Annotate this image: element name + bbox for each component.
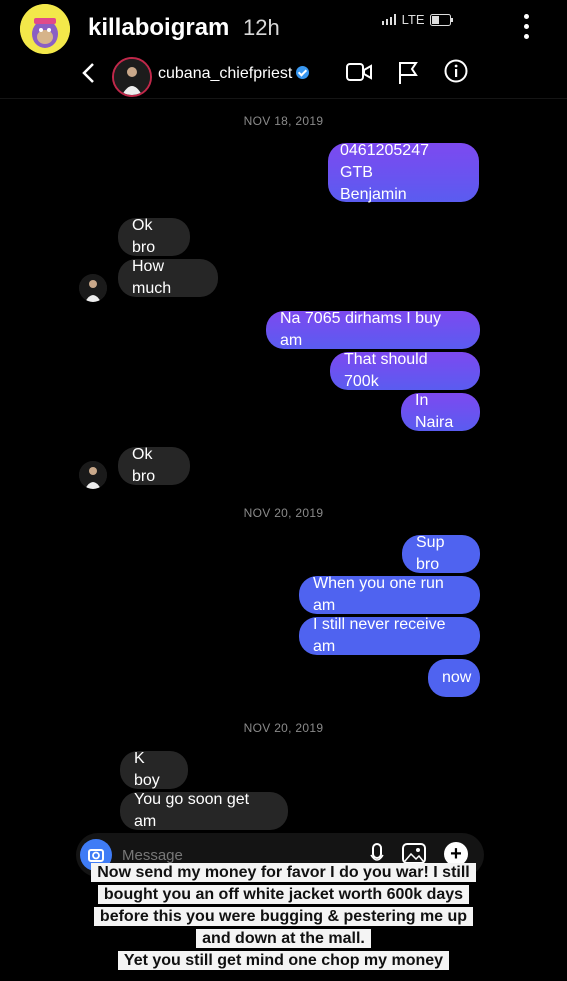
message-incoming[interactable]: Ok bro [118,217,190,256]
message-outgoing[interactable]: When you one run am [299,575,480,614]
info-icon[interactable] [444,59,468,88]
message-outgoing[interactable]: In Naira [401,392,480,431]
caption-line: and down at the mall. [196,929,371,948]
message-outgoing[interactable]: 0461205247 GTB Benjamin [328,142,479,203]
caption-line: Yet you still get mind one chop my money [117,951,450,970]
date-separator: NOV 20, 2019 [243,506,324,520]
contact-avatar-small [79,461,107,489]
verified-badge-icon [296,66,310,79]
story-time: 12h [243,15,280,40]
message-incoming[interactable]: How much [118,258,218,297]
message-incoming[interactable]: K boy [120,750,188,789]
story-username[interactable]: killaboigram [88,14,229,42]
story-avatar[interactable] [20,4,70,54]
message-incoming[interactable]: Ok bro [118,446,190,485]
date-separator: NOV 20, 2019 [243,721,324,735]
network-label: LTE [401,12,425,27]
flag-icon[interactable] [397,61,419,90]
message-outgoing[interactable]: That should 700k [330,351,480,390]
date-separator: NOV 18, 2019 [243,114,324,128]
caption-line: before this you were bugging & pestering… [93,907,474,926]
contact-avatar-small [79,274,107,302]
message-incoming[interactable]: You go soon get am [120,791,288,830]
back-icon[interactable] [80,60,96,93]
signal-icon [382,13,398,28]
caption-line: bought you an off white jacket worth 600… [97,885,470,904]
status-bar: LTE [382,12,454,29]
story-header: killaboigram 12h LTE [0,0,567,55]
story-caption: Now send my money for favor I do you war… [0,862,567,972]
message-outgoing[interactable]: Sup bro [402,534,480,573]
message-outgoing[interactable]: now [428,659,480,697]
contact-name-row[interactable]: cubana_chiefpriest [158,65,310,83]
message-outgoing[interactable]: I still never receive am [299,616,480,655]
message-outgoing[interactable]: Na 7065 dirhams I buy am [266,310,480,349]
dm-header: cubana_chiefpriest [0,52,567,99]
contact-avatar[interactable] [112,57,152,97]
video-call-icon[interactable] [346,61,372,88]
battery-icon [430,14,454,29]
caption-line: Now send my money for favor I do you war… [91,863,476,882]
more-options-icon[interactable] [524,14,532,44]
contact-username[interactable]: cubana_chiefpriest [158,65,292,82]
